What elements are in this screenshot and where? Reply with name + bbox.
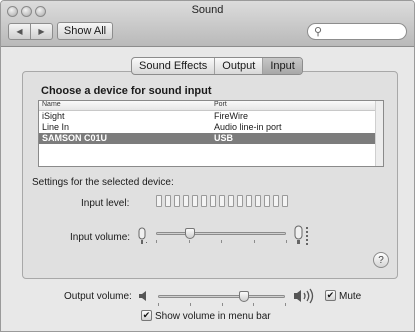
- show-volume-menu-bar-checkbox[interactable]: ✔: [141, 310, 152, 321]
- tab-sound-effects[interactable]: Sound Effects: [132, 58, 216, 74]
- input-level-segment: [165, 195, 171, 207]
- slider-tick: [253, 303, 255, 306]
- tab-bar: Sound Effects Output Input: [131, 57, 303, 75]
- table-row[interactable]: Line In Audio line-in port: [39, 122, 383, 133]
- speaker-low-icon: [139, 291, 146, 301]
- input-level-segment: [210, 195, 216, 207]
- input-level-segment: [219, 195, 225, 207]
- device-port: USB: [214, 133, 234, 143]
- input-level-segment: [255, 195, 261, 207]
- slider-tick: [189, 303, 191, 306]
- forward-button[interactable]: ▶: [31, 24, 52, 39]
- column-header-port[interactable]: Port: [214, 101, 227, 108]
- device-list-heading: Choose a device for sound input: [41, 85, 212, 97]
- slider-tick: [221, 303, 223, 306]
- output-volume-slider-knob[interactable]: [239, 291, 250, 302]
- device-name: Line In: [42, 122, 70, 132]
- search-input[interactable]: [326, 25, 402, 38]
- table-row-selected[interactable]: SAMSON C01U USB: [39, 133, 383, 144]
- microphone-high-icon: [294, 225, 308, 245]
- show-volume-menu-bar-label: Show volume in menu bar: [155, 311, 271, 322]
- input-level-segment: [183, 195, 189, 207]
- input-level-segment: [264, 195, 270, 207]
- input-level-segment: [228, 195, 234, 207]
- slider-tick: [285, 303, 286, 306]
- table-header: Name Port: [39, 101, 383, 111]
- vertical-scrollbar[interactable]: [375, 101, 383, 166]
- device-port: FireWire: [214, 111, 248, 121]
- input-level-segment: [273, 195, 279, 207]
- table-row[interactable]: iSight FireWire: [39, 111, 383, 122]
- device-name: iSight: [42, 111, 65, 121]
- output-volume-track[interactable]: [158, 295, 285, 298]
- speaker-high-icon: [294, 288, 314, 304]
- search-field[interactable]: ⚲: [307, 23, 407, 40]
- slider-tick: [158, 303, 159, 306]
- input-level-segment: [174, 195, 180, 207]
- slider-tick: [156, 240, 157, 243]
- search-icon: ⚲: [314, 26, 323, 38]
- input-level-segment: [282, 195, 288, 207]
- input-level-segment: [156, 195, 162, 207]
- show-all-button[interactable]: Show All: [57, 22, 113, 40]
- tab-input[interactable]: Input: [263, 58, 302, 74]
- input-level-segment: [237, 195, 243, 207]
- output-volume-label: Output volume:: [64, 291, 132, 302]
- input-level-meter: [156, 195, 288, 208]
- slider-tick: [188, 240, 190, 243]
- back-button[interactable]: ◀: [9, 24, 31, 39]
- device-port: Audio line-in port: [214, 122, 282, 132]
- input-volume-label: Input volume:: [70, 232, 131, 243]
- slider-tick: [286, 240, 287, 243]
- mute-checkbox[interactable]: ✔: [325, 290, 336, 301]
- input-volume-slider-knob[interactable]: [184, 228, 195, 239]
- slider-tick: [221, 240, 222, 243]
- device-name: SAMSON C01U: [42, 133, 108, 143]
- microphone-low-icon: [138, 227, 147, 244]
- input-level-segment: [192, 195, 198, 207]
- input-volume-track[interactable]: [156, 232, 286, 235]
- input-level-segment: [246, 195, 252, 207]
- title-bar: Sound ◀ ▶ Show All ⚲: [1, 1, 414, 47]
- help-button[interactable]: ?: [373, 252, 389, 268]
- input-level-label: Input level:: [81, 198, 130, 209]
- slider-tick: [253, 240, 255, 243]
- tab-output[interactable]: Output: [215, 58, 264, 74]
- input-device-table: Name Port iSight FireWire Line In Audio …: [38, 100, 384, 167]
- input-level-segment: [201, 195, 207, 207]
- settings-label: Settings for the selected device:: [32, 177, 174, 188]
- sound-preferences-window: Sound ◀ ▶ Show All ⚲ Sound Effects Outpu…: [0, 0, 415, 332]
- window-title: Sound: [191, 4, 224, 16]
- column-header-name[interactable]: Name: [42, 101, 61, 108]
- back-forward-control: ◀ ▶: [8, 23, 53, 40]
- mute-label: Mute: [339, 291, 362, 302]
